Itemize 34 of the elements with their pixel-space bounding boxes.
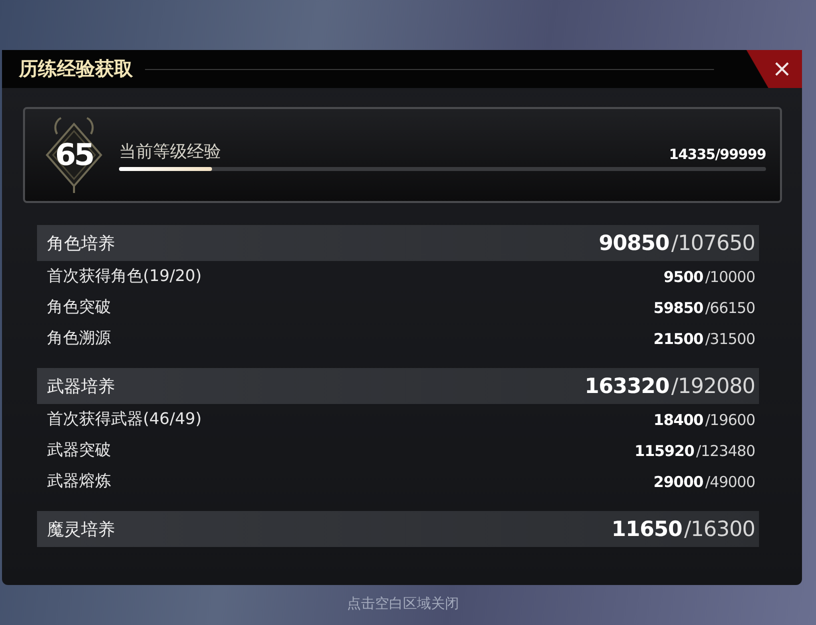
row-value: 59850 xyxy=(654,298,704,316)
close-hint[interactable]: 点击空白区域关闭 xyxy=(347,595,459,613)
row-total: /19600 xyxy=(705,410,755,428)
experience-reading: 14335/99999 xyxy=(668,146,766,162)
section-title: 魔灵培养 xyxy=(47,518,115,540)
row-total: /123480 xyxy=(696,442,755,460)
row-label: 武器熔炼 xyxy=(47,471,111,492)
section-total: /107650 xyxy=(671,231,755,255)
row-value: 115920 xyxy=(634,442,694,460)
close-icon xyxy=(774,61,790,77)
section-value: 11650 xyxy=(612,517,682,541)
row-label: 首次获得武器(46/49) xyxy=(47,409,202,430)
section-value: 163320 xyxy=(584,374,670,398)
close-button[interactable] xyxy=(744,50,802,88)
row-label: 角色溯源 xyxy=(47,328,111,349)
section-title: 武器培养 xyxy=(47,376,115,398)
row-label: 武器突破 xyxy=(47,440,111,461)
row-value: 18400 xyxy=(654,410,704,428)
dialog-title: 历练经验获取 xyxy=(18,57,133,82)
row-value: 29000 xyxy=(654,472,704,490)
section-total: /16300 xyxy=(684,517,755,541)
row-total: /49000 xyxy=(705,472,755,490)
row-value: 9500 xyxy=(663,268,704,286)
level-number: 65 xyxy=(55,138,93,172)
row-label: 首次获得角色(19/20) xyxy=(47,266,202,287)
section-value: 90850 xyxy=(598,231,670,255)
row-label: 角色突破 xyxy=(47,297,111,318)
level-label: 当前等级经验 xyxy=(119,140,221,162)
row-total: /66150 xyxy=(705,298,755,316)
row-value: 21500 xyxy=(654,330,704,348)
section-total: /192080 xyxy=(671,374,755,398)
section-title: 角色培养 xyxy=(47,232,115,254)
row-total: /10000 xyxy=(705,268,755,286)
row-total: /31500 xyxy=(705,330,755,348)
